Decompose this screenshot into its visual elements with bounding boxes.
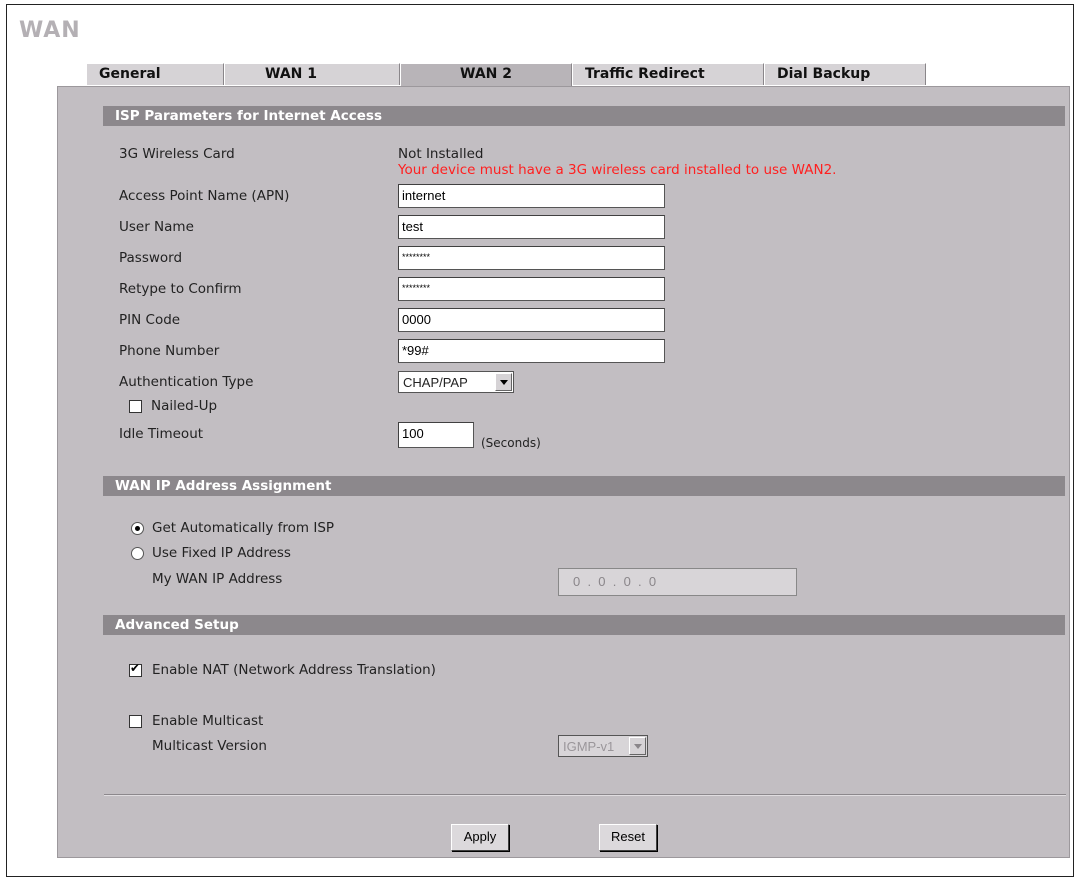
phone-input[interactable]: *99# [398,339,665,363]
multicast-version-select[interactable]: IGMP-v1 [558,735,648,757]
auth-type-label: Authentication Type [119,374,254,390]
page-title: WAN [19,18,81,43]
username-label: User Name [119,219,194,235]
radio-use-fixed-ip[interactable] [131,547,144,560]
chevron-down-icon [629,737,646,755]
use-fixed-ip-label: Use Fixed IP Address [152,545,291,561]
enable-nat-label: Enable NAT (Network Address Translation) [152,662,436,678]
enable-multicast-label: Enable Multicast [152,713,264,729]
nailed-up-checkbox[interactable] [129,400,142,413]
reset-button[interactable]: Reset [599,824,657,851]
apn-input[interactable]: internet [398,184,665,208]
multicast-version-label: Multicast Version [152,738,267,754]
my-wan-ip-input[interactable]: 0 . 0 . 0 . 0 [558,568,797,596]
pin-input[interactable]: 0000 [398,308,665,332]
password-input[interactable]: ******** [398,246,665,270]
apply-button[interactable]: Apply [451,824,509,851]
tab-general[interactable]: General [86,63,224,85]
my-wan-ip-label: My WAN IP Address [152,571,283,587]
idle-timeout-unit: (Seconds) [481,436,541,450]
tab-dial-backup[interactable]: Dial Backup [764,63,926,85]
idle-timeout-label: Idle Timeout [119,426,204,442]
enable-nat-checkbox[interactable] [129,661,142,677]
wireless-card-warning: Your device must have a 3G wireless card… [398,162,837,178]
username-input[interactable]: test [398,215,665,239]
page-frame: WAN General WAN 1 WAN 2 Traffic Redirect… [6,4,1074,877]
get-automatically-label: Get Automatically from ISP [152,520,335,536]
retype-input[interactable]: ******** [398,277,665,301]
phone-label: Phone Number [119,343,220,359]
multicast-version-value: IGMP-v1 [563,739,615,754]
password-label: Password [119,250,183,266]
auth-type-value: CHAP/PAP [403,375,468,390]
tab-bar: General WAN 1 WAN 2 Traffic Redirect Dia… [86,63,926,87]
apn-label: Access Point Name (APN) [119,188,290,204]
nailed-up-label: Nailed-Up [151,398,218,414]
tab-wan1[interactable]: WAN 1 [224,63,400,85]
radio-get-automatically[interactable] [131,522,144,535]
pin-label: PIN Code [119,312,181,328]
settings-panel: ISP Parameters for Internet Access 3G Wi… [57,86,1070,858]
idle-timeout-input[interactable]: 100 [398,422,474,448]
section-advanced-setup: Advanced Setup [103,615,1065,635]
wireless-card-label: 3G Wireless Card [119,146,235,162]
wireless-card-status: Not Installed [398,146,484,162]
section-isp-parameters: ISP Parameters for Internet Access [103,106,1065,126]
divider [104,794,1066,796]
tab-traffic-redirect[interactable]: Traffic Redirect [572,63,764,85]
auth-type-select[interactable]: CHAP/PAP [398,371,514,393]
section-wan-ip-assignment: WAN IP Address Assignment [103,476,1065,496]
enable-multicast-checkbox[interactable] [129,715,142,728]
tab-wan2[interactable]: WAN 2 [400,63,572,87]
chevron-down-icon [495,373,512,391]
retype-label: Retype to Confirm [119,281,242,297]
